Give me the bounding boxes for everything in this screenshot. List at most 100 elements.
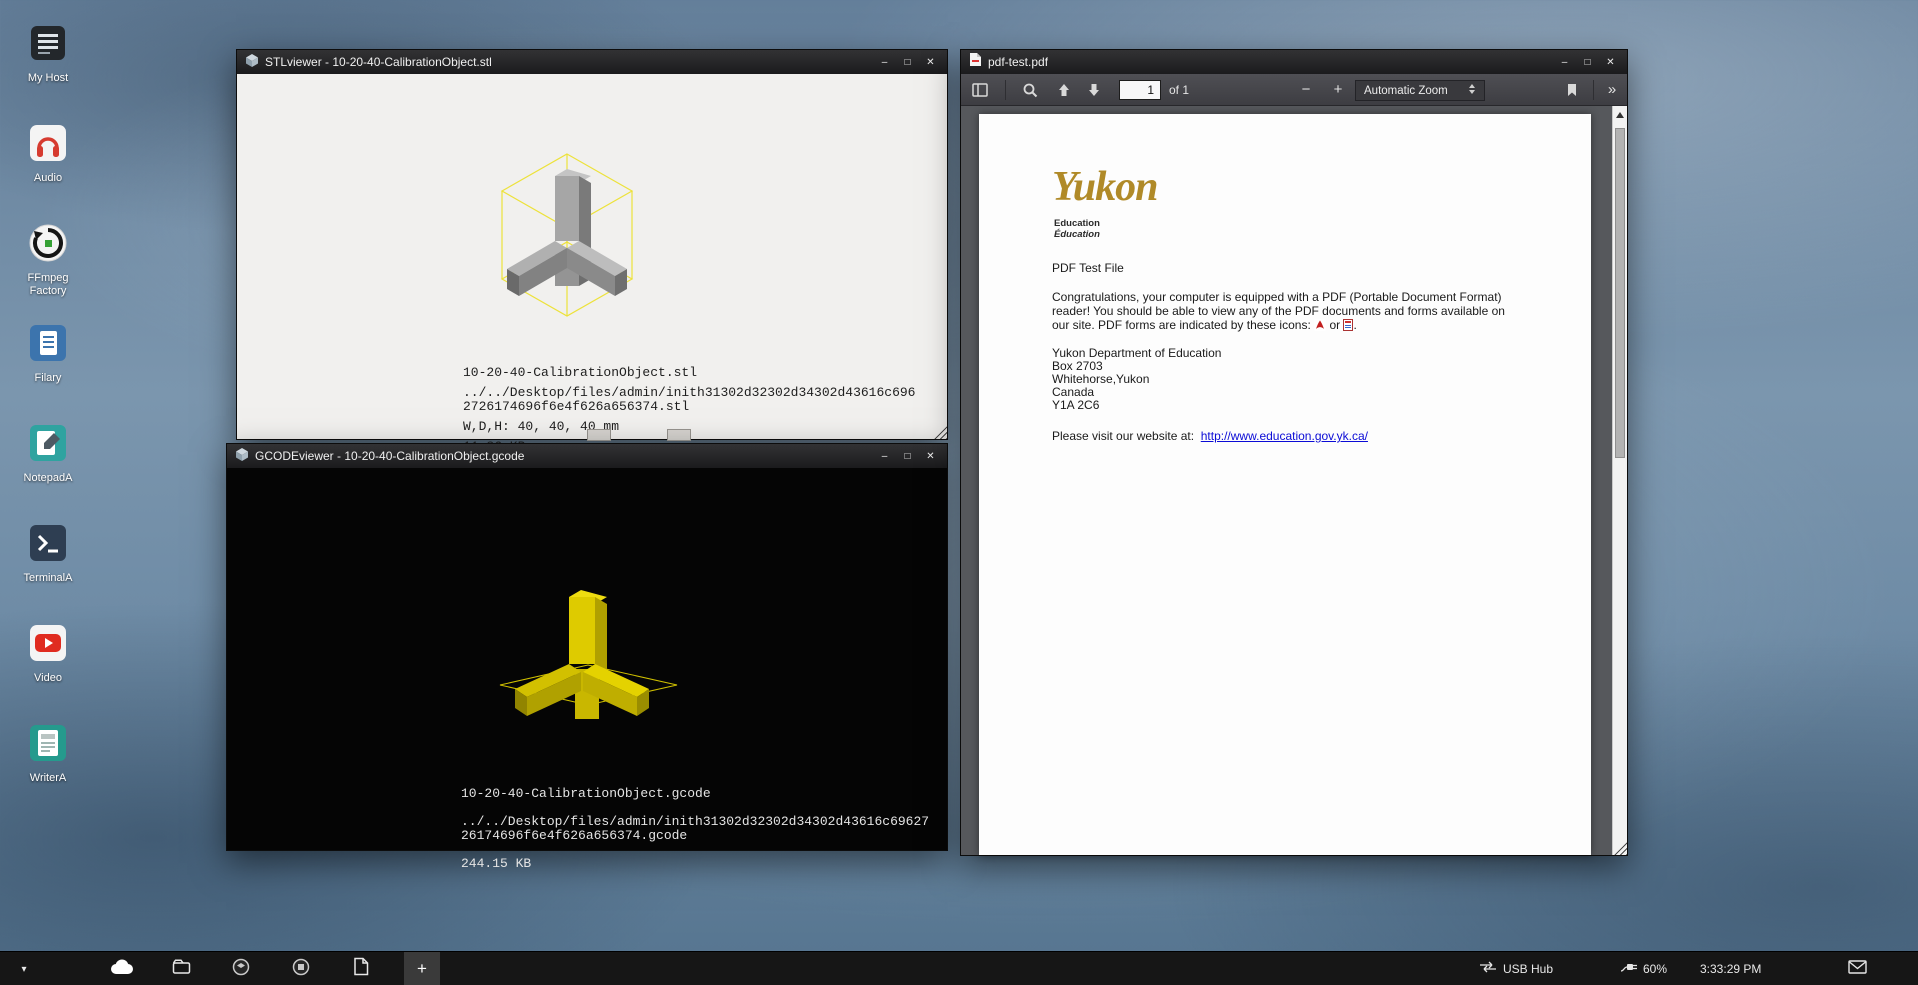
viewer-sphere-icon: [232, 958, 250, 981]
taskbar-gcode-viewer-button[interactable]: [278, 952, 324, 985]
pdf-page: Yukon Education Éducation PDF Test File …: [979, 114, 1591, 855]
desktop-icon-notepada[interactable]: NotepadA: [8, 422, 88, 485]
zoom-out-button[interactable]: −: [1295, 80, 1317, 100]
page-count-label: of 1: [1169, 83, 1189, 97]
website-line: Please visit our website at: http://www.…: [1052, 429, 1368, 443]
scrollbar-thumb[interactable]: [1615, 128, 1625, 458]
gcode-file-path-line1: ../../Desktop/files/admin/inith31302d323…: [461, 814, 929, 829]
taskbar-stl-viewer-button[interactable]: [218, 952, 264, 985]
paragraph-line1: Congratulations, your computer is equipp…: [1052, 290, 1502, 304]
ffmpeg-icon: [27, 222, 69, 264]
battery-status[interactable]: 60%: [1620, 952, 1667, 985]
taskbar-pdf-button[interactable]: [338, 952, 384, 985]
stl-viewport[interactable]: 10-20-40-CalibrationObject.stl ../../Des…: [237, 74, 947, 439]
scrollbar-up-arrow[interactable]: [1616, 112, 1624, 118]
background-window-fragment: [587, 429, 611, 441]
filary-icon: [27, 322, 69, 364]
desktop-icon-label: Filary: [8, 372, 88, 385]
stl-file-path-line1: ../../Desktop/files/admin/inith31302d323…: [463, 385, 915, 400]
clock[interactable]: 3:33:29 PM: [1700, 952, 1761, 985]
desktop-icon-label: TerminalA: [8, 572, 88, 585]
desktop-icon-label: NotepadA: [8, 472, 88, 485]
gcode-filename: 10-20-40-CalibrationObject.gcode: [461, 786, 711, 801]
address-line: Box 2703: [1052, 359, 1103, 373]
document-heading: PDF Test File: [1052, 261, 1124, 275]
notepad-icon: [27, 422, 69, 464]
stl-3d-model: [467, 136, 667, 366]
gcode-file-path-line2: 26174696f6e4f626a656374.gcode: [461, 828, 687, 843]
minimize-button[interactable]: –: [876, 54, 893, 71]
yukon-logo: Yukon: [1052, 166, 1158, 208]
more-tools-button[interactable]: »: [1601, 80, 1623, 100]
stl-file-path-line2: 2726174696f6e4f626a656374.stl: [463, 399, 689, 414]
taskbar-overflow-button[interactable]: ▾: [10, 952, 38, 985]
terminal-icon: [27, 522, 69, 564]
pdf-app-icon: [969, 52, 982, 72]
close-button[interactable]: ✕: [1602, 54, 1619, 71]
gcode-filesize: 244.15 KB: [461, 856, 531, 871]
close-button[interactable]: ✕: [922, 54, 939, 71]
minimize-button[interactable]: –: [1556, 54, 1573, 71]
previous-page-button[interactable]: [1053, 80, 1075, 100]
power-plug-icon: [1620, 960, 1638, 978]
sidebar-toggle-button[interactable]: [969, 80, 991, 100]
envelope-icon: [1848, 960, 1867, 979]
usb-hub-status[interactable]: USB Hub: [1479, 952, 1553, 985]
desktop-icon-filary[interactable]: Filary: [8, 322, 88, 385]
address-line: Y1A 2C6: [1052, 398, 1099, 412]
search-button[interactable]: [1019, 80, 1041, 100]
next-page-button[interactable]: [1083, 80, 1105, 100]
bookmark-button[interactable]: [1561, 80, 1583, 100]
paragraph-line3: our site. PDF forms are indicated by the…: [1052, 318, 1357, 334]
plus-icon: +: [417, 959, 427, 979]
pdf-window-title: pdf-test.pdf: [988, 55, 1048, 69]
cloud-icon: [108, 958, 135, 980]
taskbar-files-button[interactable]: [158, 952, 204, 985]
gcode-viewport[interactable]: 10-20-40-CalibrationObject.gcode ../../D…: [227, 468, 947, 850]
maximize-button[interactable]: □: [1579, 54, 1596, 71]
paragraph-line2: reader! You should be able to view any o…: [1052, 304, 1505, 318]
icons-separator: or: [1329, 318, 1340, 332]
logo-subtitle-fr: Éducation: [1054, 228, 1100, 242]
desktop-icon-label: Audio: [8, 172, 88, 185]
zoom-in-button[interactable]: +: [1327, 80, 1349, 100]
desktop-icon-video[interactable]: Video: [8, 622, 88, 685]
pdf-document-icon: [353, 957, 370, 981]
host-icon: [27, 22, 69, 64]
resize-grip[interactable]: [931, 423, 947, 439]
pdf-window-titlebar[interactable]: pdf-test.pdf – □ ✕: [961, 50, 1627, 74]
desktop-icon-writera[interactable]: WriterA: [8, 722, 88, 785]
maximize-button[interactable]: □: [899, 54, 916, 71]
desktop-icon-terminala[interactable]: TerminalA: [8, 522, 88, 585]
folder-icon: [172, 958, 191, 980]
stl-window-titlebar[interactable]: STLviewer - 10-20-40-CalibrationObject.s…: [237, 50, 947, 74]
page-number-input[interactable]: [1119, 80, 1161, 100]
desktop-icon-ffmpeg-factory[interactable]: FFmpeg Factory: [8, 222, 88, 298]
taskbar-cloud-button[interactable]: [98, 952, 144, 985]
clock-label: 3:33:29 PM: [1700, 962, 1761, 976]
taskbar-new-button[interactable]: +: [404, 952, 440, 985]
website-link[interactable]: http://www.education.gov.yk.ca/: [1201, 429, 1368, 443]
gcode-window-titlebar[interactable]: GCODEviewer - 10-20-40-CalibrationObject…: [227, 444, 947, 468]
gcode-3d-preview: [477, 564, 697, 744]
notifications-button[interactable]: [1848, 952, 1867, 985]
taskbar: ▾ + USB Hub 60%: [0, 951, 1918, 985]
stl-viewer-window: STLviewer - 10-20-40-CalibrationObject.s…: [236, 49, 948, 440]
minimize-button[interactable]: –: [876, 448, 893, 465]
form-icon: [1343, 319, 1353, 334]
desktop-icon-label: My Host: [8, 72, 88, 85]
pdf-content-area: Yukon Education Éducation PDF Test File …: [961, 106, 1627, 855]
video-icon: [27, 622, 69, 664]
zoom-select[interactable]: Automatic Zoom: [1355, 80, 1485, 101]
acrobat-icon: [1314, 319, 1326, 334]
scrollbar-track[interactable]: [1612, 106, 1627, 855]
desktop-icon-label: WriterA: [8, 772, 88, 785]
gcode-viewer-window: GCODEviewer - 10-20-40-CalibrationObject…: [226, 443, 948, 851]
pdf-toolbar: of 1 − + Automatic Zoom »: [961, 74, 1627, 106]
desktop-icon-my-host[interactable]: My Host: [8, 22, 88, 85]
maximize-button[interactable]: □: [899, 448, 916, 465]
battery-percent-label: 60%: [1643, 962, 1667, 976]
desktop-icon-audio[interactable]: Audio: [8, 122, 88, 185]
desktop-icon-label: Video: [8, 672, 88, 685]
close-button[interactable]: ✕: [922, 448, 939, 465]
